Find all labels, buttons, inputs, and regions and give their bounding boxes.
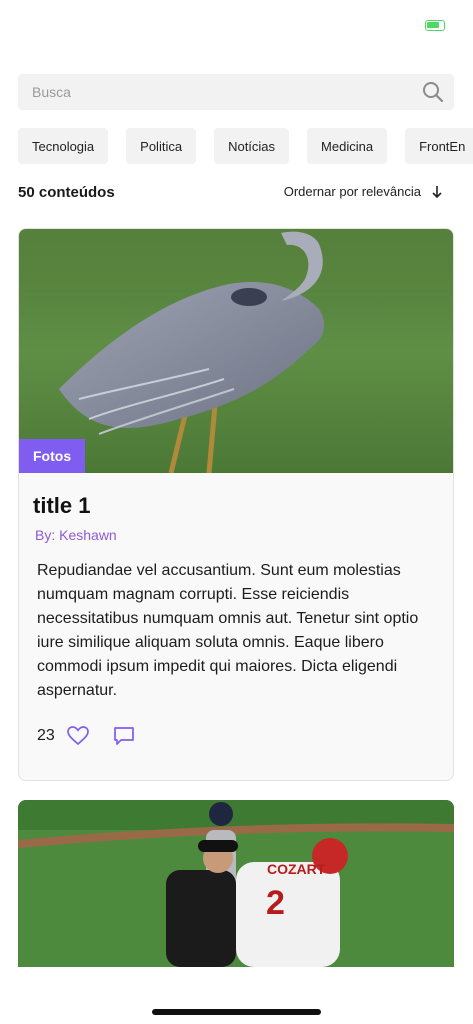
chip-tecnologia[interactable]: Tecnologia: [18, 128, 109, 164]
post-author[interactable]: By: Keshawn: [35, 527, 117, 543]
status-time: 13:38: [34, 9, 78, 28]
heart-icon[interactable]: [66, 726, 89, 746]
chip-medicina[interactable]: Medicina: [307, 128, 388, 164]
post-title[interactable]: title 1: [33, 493, 90, 519]
search-placeholder: Busca: [32, 84, 71, 100]
jersey-name: COZART: [267, 861, 326, 877]
signal-icon: [377, 20, 395, 31]
battery-icon: [425, 20, 445, 31]
heron-photo: [19, 229, 453, 473]
post-actions: 23: [37, 726, 135, 746]
like-count: 23: [37, 727, 55, 744]
baseball-photo: COZART 2: [18, 800, 454, 967]
status-icons: [377, 20, 445, 31]
chip-noticias[interactable]: Notícias: [214, 128, 290, 164]
category-chips: Tecnologia Politica Notícias Medicina Fr…: [18, 128, 473, 164]
results-count: 50 conteúdos: [18, 184, 115, 201]
home-indicator[interactable]: [152, 1009, 321, 1015]
search-input[interactable]: Busca: [18, 74, 454, 110]
status-bar: 13:38 ◂ Câmera: [0, 0, 473, 56]
wifi-icon: [407, 25, 413, 30]
back-to-camera-link[interactable]: ◂ Câmera: [14, 36, 66, 50]
chip-frontend[interactable]: FrontEn: [405, 128, 473, 164]
sort-label: Ordernar por relevância: [283, 184, 421, 199]
search-icon[interactable]: [422, 81, 444, 103]
post-excerpt: Repudiandae vel accusantium. Sunt eum mo…: [37, 562, 419, 699]
post-image[interactable]: Fotos: [19, 229, 453, 473]
comment-icon[interactable]: [113, 726, 135, 746]
jersey-number: 2: [266, 884, 285, 922]
arrow-down-icon: [432, 185, 442, 198]
chip-politica[interactable]: Politica: [126, 128, 197, 164]
post-card-2[interactable]: COZART 2: [18, 800, 454, 967]
sort-button[interactable]: Ordernar por relevância: [284, 184, 443, 199]
post-card[interactable]: Fotos title 1 By: Keshawn Repudiandae ve…: [18, 228, 454, 781]
category-badge: Fotos: [19, 439, 86, 473]
